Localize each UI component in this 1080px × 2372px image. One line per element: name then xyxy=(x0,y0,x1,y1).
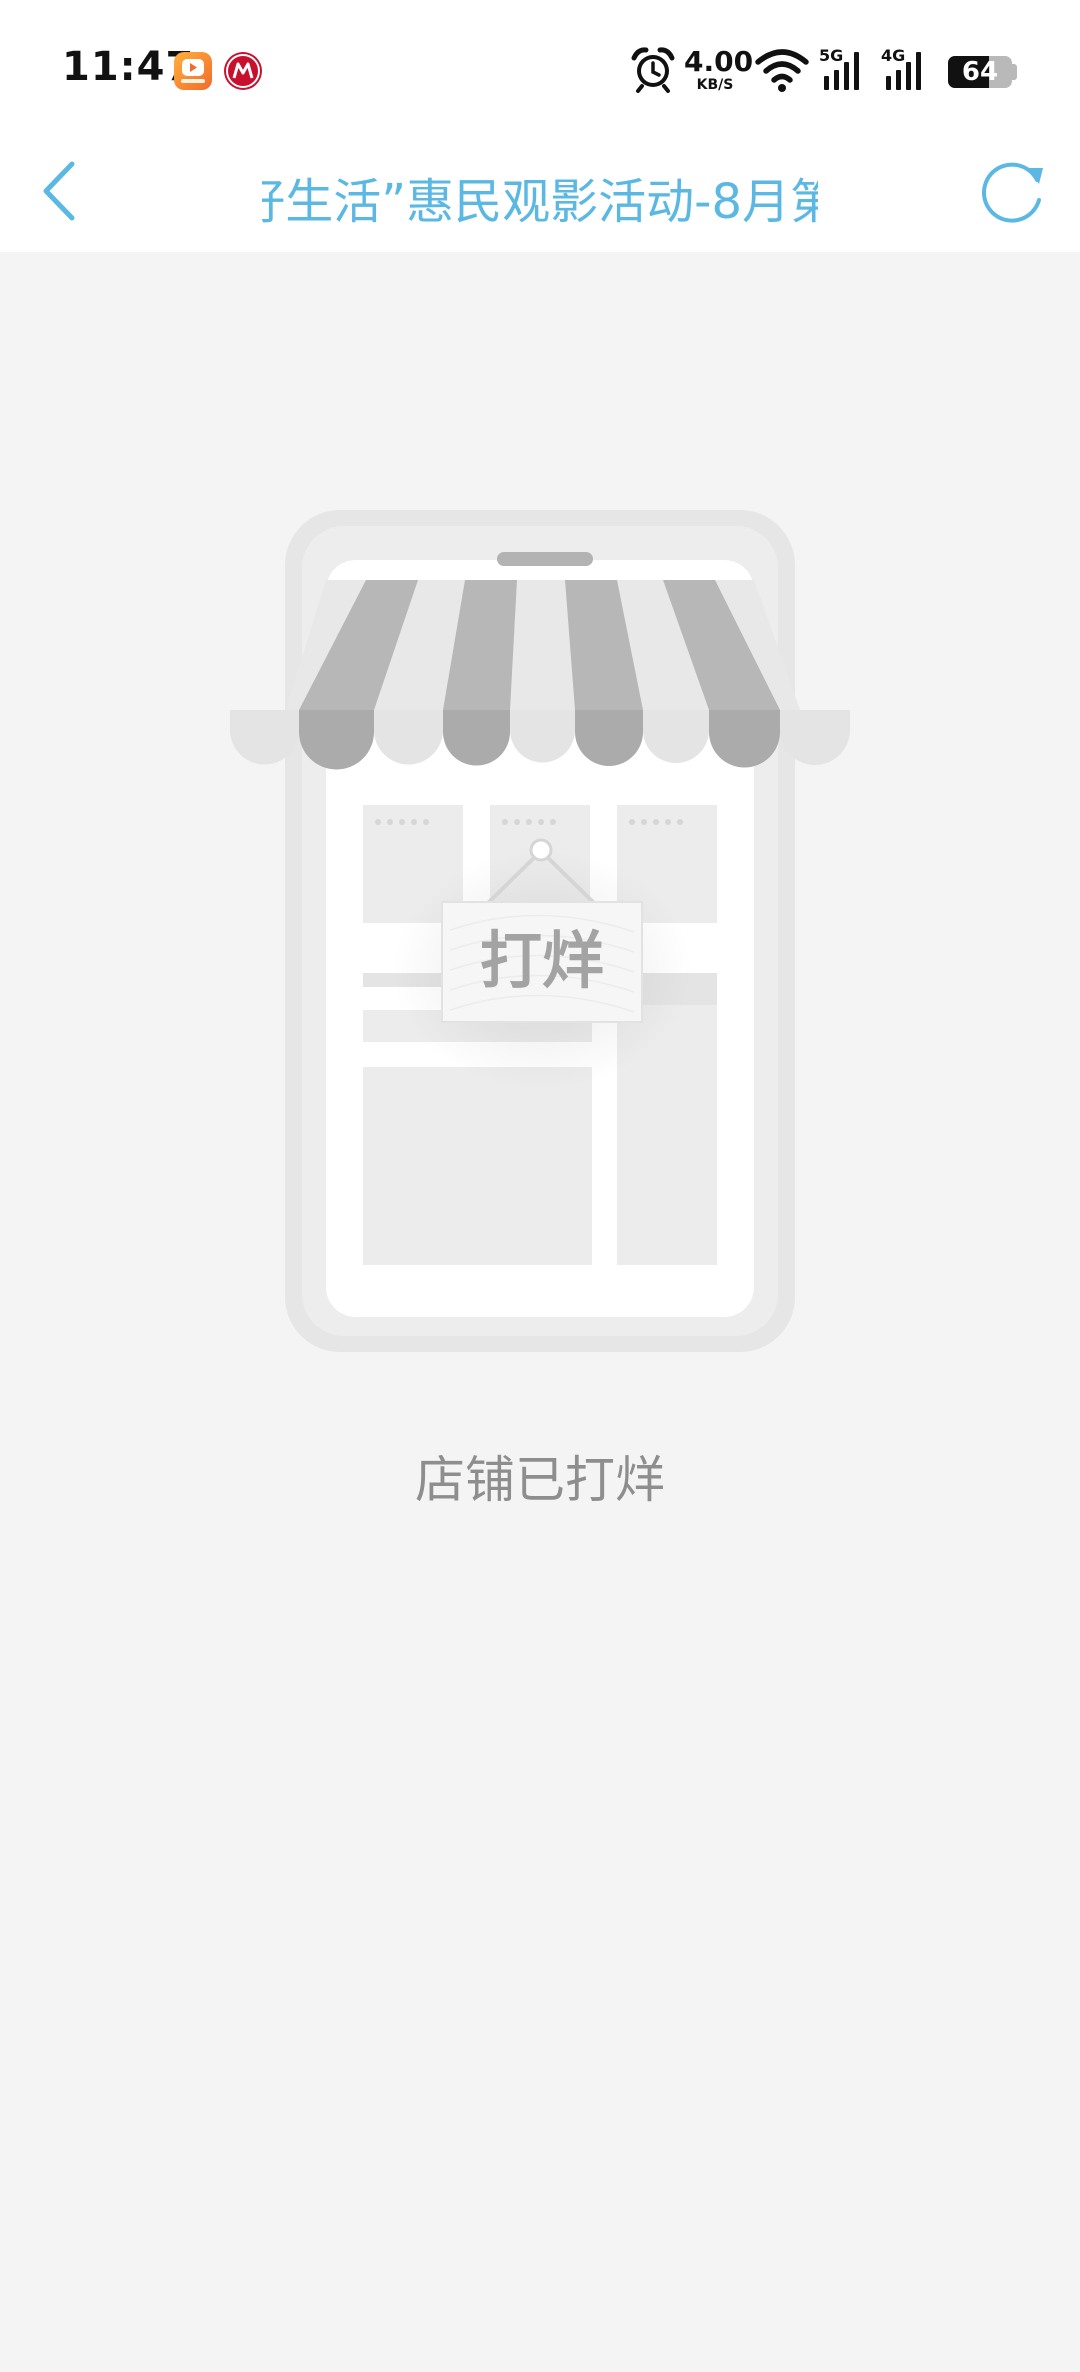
wifi-icon xyxy=(755,49,809,92)
network-speed-unit: KB/S xyxy=(696,77,734,93)
battery-percent: 64 xyxy=(961,57,999,87)
battery-tip xyxy=(1012,64,1017,80)
page-title-container: “美好生活”惠民观影活动-8月第 xyxy=(262,152,818,232)
phone-speaker xyxy=(497,552,593,566)
bank-app-notification-icon xyxy=(224,52,262,90)
refresh-button[interactable] xyxy=(975,154,1049,228)
signal-4g-icon: 4G xyxy=(881,46,921,90)
network-speed-value: 4.00 xyxy=(684,45,754,78)
network-speed: 4.00 KB/S xyxy=(684,45,754,93)
signal-5g-icon: 5G xyxy=(819,46,859,90)
video-app-notification-icon xyxy=(174,52,212,90)
closed-shop-illustration: 打烊 xyxy=(230,510,850,1352)
alarm-icon xyxy=(631,47,675,93)
page-title: “美好生活”惠民观影活动-8月第 xyxy=(262,174,818,230)
sim1-network-label: 5G xyxy=(819,46,843,65)
nav-header: “美好生活”惠民观影活动-8月第 xyxy=(0,130,1080,252)
empty-state-message: 店铺已打烊 xyxy=(415,1451,665,1509)
shop-awning xyxy=(230,580,850,770)
sim2-network-label: 4G xyxy=(881,46,905,65)
sign-nail xyxy=(529,838,553,862)
back-button[interactable] xyxy=(30,156,100,226)
chevron-left-icon xyxy=(43,161,75,221)
status-bar: 11:47 4.00 KB/S 5G 4G 64 xyxy=(0,0,1080,130)
closed-sign-text: 打烊 xyxy=(480,924,604,997)
battery-icon: 64 xyxy=(948,56,1012,88)
refresh-icon xyxy=(982,162,1043,223)
closed-sign: 打烊 xyxy=(441,901,643,1023)
